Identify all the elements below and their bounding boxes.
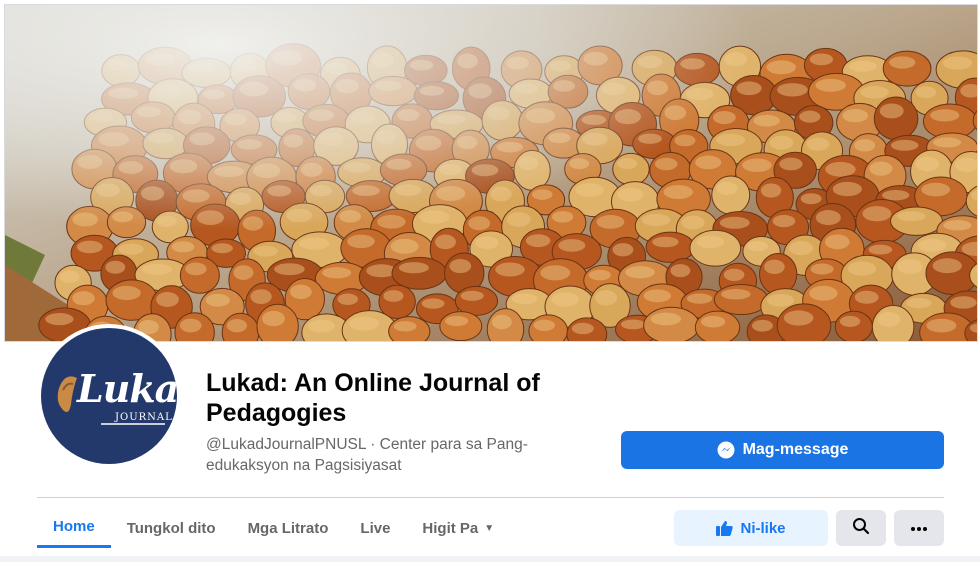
- more-options-button[interactable]: [894, 510, 944, 546]
- logo-subtitle: JOURNAL: [115, 412, 173, 423]
- message-button[interactable]: Mag-message: [621, 431, 944, 469]
- tab-live[interactable]: Live: [344, 508, 406, 548]
- tab-label: Home: [53, 518, 95, 535]
- tab-about[interactable]: Tungkol dito: [111, 508, 232, 548]
- caret-down-icon: ▼: [484, 522, 495, 534]
- page-tabs: Home Tungkol dito Mga Litrato Live Higit…: [37, 508, 510, 558]
- tab-photos[interactable]: Mga Litrato: [232, 508, 345, 548]
- page-background-strip: [0, 556, 980, 562]
- tab-more[interactable]: Higit Pa ▼: [406, 508, 510, 548]
- tab-label: Higit Pa: [422, 519, 479, 537]
- tab-label: Tungkol dito: [126, 519, 216, 537]
- page-title: Lukad: An Online Journal of Pedagogies: [206, 369, 540, 427]
- more-dots-icon: [910, 519, 928, 537]
- search-button[interactable]: [836, 510, 886, 546]
- search-icon: [852, 517, 870, 540]
- message-button-label: Mag-message: [742, 441, 849, 458]
- tab-label: Live: [360, 519, 391, 537]
- page-handle-category: @LukadJournalPNUSL · Center para sa Pang…: [206, 436, 528, 474]
- messenger-icon: [717, 441, 735, 459]
- cover-image: [5, 5, 977, 341]
- tab-home[interactable]: Home: [37, 508, 111, 548]
- tab-label: Mga Litrato: [247, 519, 329, 537]
- like-button[interactable]: Ni-like: [674, 510, 828, 546]
- header-divider: [37, 497, 944, 498]
- thumbs-up-icon: [716, 520, 734, 536]
- like-button-label: Ni-like: [740, 519, 786, 537]
- cover-photo[interactable]: [4, 4, 978, 342]
- logo-wordmark: Lukad: [77, 366, 177, 411]
- lukad-logo: Lukad JOURNAL: [41, 328, 177, 464]
- profile-avatar[interactable]: Lukad JOURNAL: [37, 324, 181, 468]
